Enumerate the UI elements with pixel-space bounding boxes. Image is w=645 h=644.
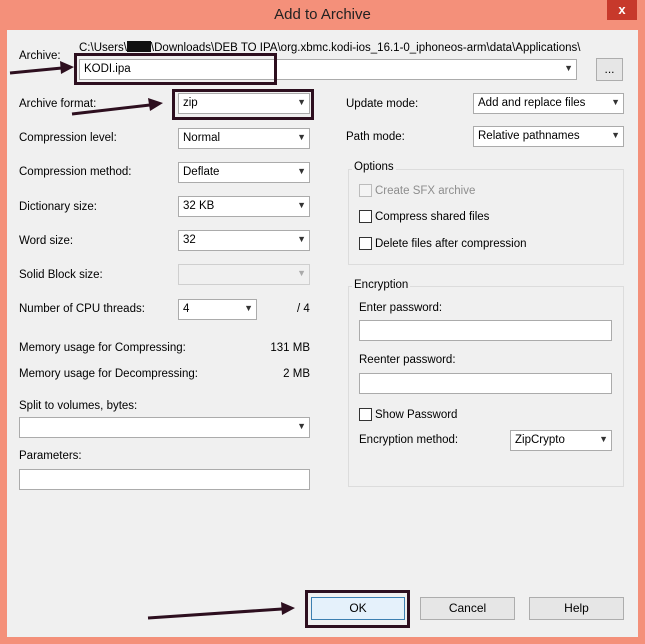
arrow-to-archive-name — [9, 61, 74, 75]
add-to-archive-window: Add to Archive x Archive: C:\Users\ \Down… — [0, 0, 645, 644]
arrow-to-archive-format — [71, 98, 163, 116]
annotation-arrows — [9, 61, 295, 620]
arrow-to-ok-button — [147, 602, 295, 620]
